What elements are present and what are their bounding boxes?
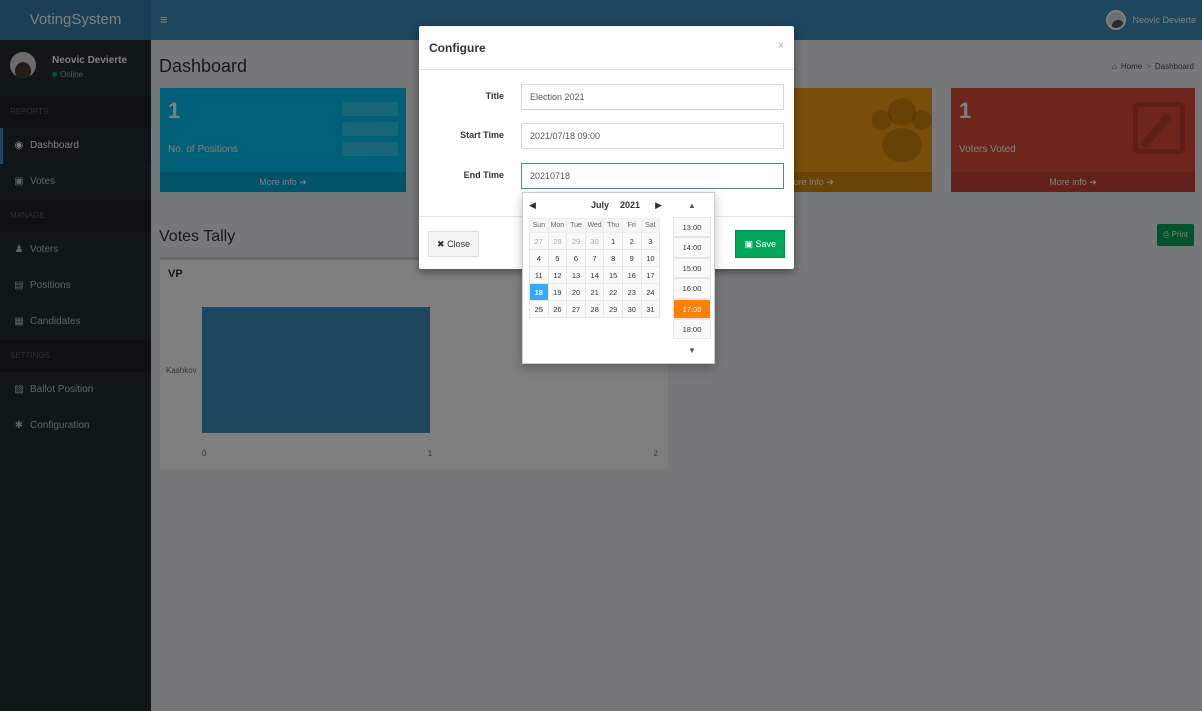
- calendar-day[interactable]: 13: [566, 266, 586, 284]
- prev-month-icon[interactable]: ◀: [529, 200, 536, 211]
- calendar-day[interactable]: 15: [603, 266, 623, 284]
- start-time-row: Start Time: [419, 123, 794, 149]
- datepicker-month[interactable]: July: [591, 200, 609, 210]
- calendar-day[interactable]: 11: [529, 266, 549, 284]
- calendar-day-selected[interactable]: 18: [529, 283, 549, 301]
- calendar-day[interactable]: 9: [621, 249, 642, 267]
- modal-title: Configure: [429, 41, 486, 55]
- close-icon: ✖: [437, 238, 445, 249]
- close-button[interactable]: ✖ Close: [428, 231, 480, 257]
- time-scroll-up-icon[interactable]: ▲: [673, 196, 711, 216]
- calendar-week-row: 11 12 13 14 15 16 17: [529, 266, 661, 284]
- modal-header: Configure ×: [419, 26, 794, 70]
- time-picker: ▲ 13:00 14:00 15:00 16:00 17:00 18:00 ▼: [673, 196, 711, 361]
- datepicker-nav: ◀ July 2021 ▶: [523, 195, 668, 217]
- calendar-day[interactable]: 12: [547, 266, 568, 284]
- calendar-day[interactable]: 29: [566, 232, 586, 250]
- title-field[interactable]: [521, 84, 784, 110]
- datetime-picker: ◀ July 2021 ▶ Sun Mon Tue Wed Thu Fri Sa…: [522, 192, 715, 364]
- calendar-day[interactable]: 7: [584, 249, 605, 267]
- start-time-label: Start Time: [460, 130, 504, 140]
- title-row: Title: [419, 84, 794, 110]
- calendar-day[interactable]: 19: [547, 283, 568, 301]
- calendar-day[interactable]: 10: [640, 249, 661, 267]
- calendar-day[interactable]: 31: [640, 300, 661, 318]
- calendar-day[interactable]: 2: [621, 232, 642, 250]
- save-icon: ▣: [744, 238, 753, 249]
- weekday-label: Fri: [621, 218, 642, 233]
- title-label: Title: [485, 91, 504, 101]
- calendar-day[interactable]: 28: [584, 300, 605, 318]
- calendar-day[interactable]: 27: [566, 300, 586, 318]
- calendar-day[interactable]: 27: [529, 232, 549, 250]
- calendar-day[interactable]: 20: [566, 283, 586, 301]
- close-icon[interactable]: ×: [778, 40, 784, 52]
- calendar-day[interactable]: 30: [584, 232, 605, 250]
- save-button[interactable]: ▣ Save: [735, 230, 785, 258]
- time-option[interactable]: 14:00: [673, 237, 711, 258]
- calendar-day[interactable]: 22: [603, 283, 623, 301]
- calendar-day[interactable]: 26: [547, 300, 568, 318]
- time-option-selected[interactable]: 17:00: [673, 298, 711, 319]
- end-time-label: End Time: [463, 170, 504, 180]
- calendar-day[interactable]: 14: [584, 266, 605, 284]
- calendar-day[interactable]: 28: [547, 232, 568, 250]
- start-time-field[interactable]: [521, 123, 784, 149]
- end-time-field[interactable]: [521, 163, 784, 189]
- time-list: 13:00 14:00 15:00 16:00 17:00 18:00: [673, 217, 711, 340]
- weekday-label: Thu: [603, 218, 623, 233]
- calendar-day[interactable]: 16: [621, 266, 642, 284]
- time-option[interactable]: 13:00: [673, 217, 711, 238]
- calendar-week-row: 18 19 20 21 22 23 24: [529, 283, 661, 301]
- weekday-label: Sun: [529, 218, 549, 233]
- calendar-day[interactable]: 1: [603, 232, 623, 250]
- time-scroll-down-icon[interactable]: ▼: [673, 341, 711, 361]
- end-time-row: End Time: [419, 163, 794, 189]
- calendar-day[interactable]: 29: [603, 300, 623, 318]
- calendar-day[interactable]: 21: [584, 283, 605, 301]
- calendar-day[interactable]: 30: [621, 300, 642, 318]
- calendar-week-row: 4 5 6 7 8 9 10: [529, 249, 661, 267]
- time-option[interactable]: 18:00: [673, 318, 711, 340]
- time-option[interactable]: 15:00: [673, 257, 711, 279]
- calendar-grid: Sun Mon Tue Wed Thu Fri Sat 27 28 29 30 …: [529, 218, 661, 318]
- calendar-day[interactable]: 8: [603, 249, 623, 267]
- time-option[interactable]: 16:00: [673, 278, 711, 299]
- calendar-day[interactable]: 24: [640, 283, 661, 301]
- weekday-label: Wed: [584, 218, 605, 233]
- weekday-label: Sat: [640, 218, 661, 233]
- weekday-header-row: Sun Mon Tue Wed Thu Fri Sat: [529, 218, 661, 233]
- save-button-label: Save: [755, 238, 776, 249]
- calendar-day[interactable]: 25: [529, 300, 549, 318]
- calendar-day[interactable]: 23: [621, 283, 642, 301]
- calendar-week-row: 27 28 29 30 1 2 3: [529, 232, 661, 250]
- calendar-day[interactable]: 4: [529, 249, 549, 267]
- calendar-day[interactable]: 3: [640, 232, 661, 250]
- weekday-label: Tue: [566, 218, 586, 233]
- calendar-day[interactable]: 6: [566, 249, 586, 267]
- datepicker-year[interactable]: 2021: [620, 200, 640, 210]
- weekday-label: Mon: [547, 218, 568, 233]
- close-button-label: Close: [447, 238, 471, 249]
- calendar-week-row: 25 26 27 28 29 30 31: [529, 300, 661, 318]
- calendar-day[interactable]: 17: [640, 266, 661, 284]
- next-month-icon[interactable]: ▶: [655, 200, 662, 211]
- calendar-day[interactable]: 5: [547, 249, 568, 267]
